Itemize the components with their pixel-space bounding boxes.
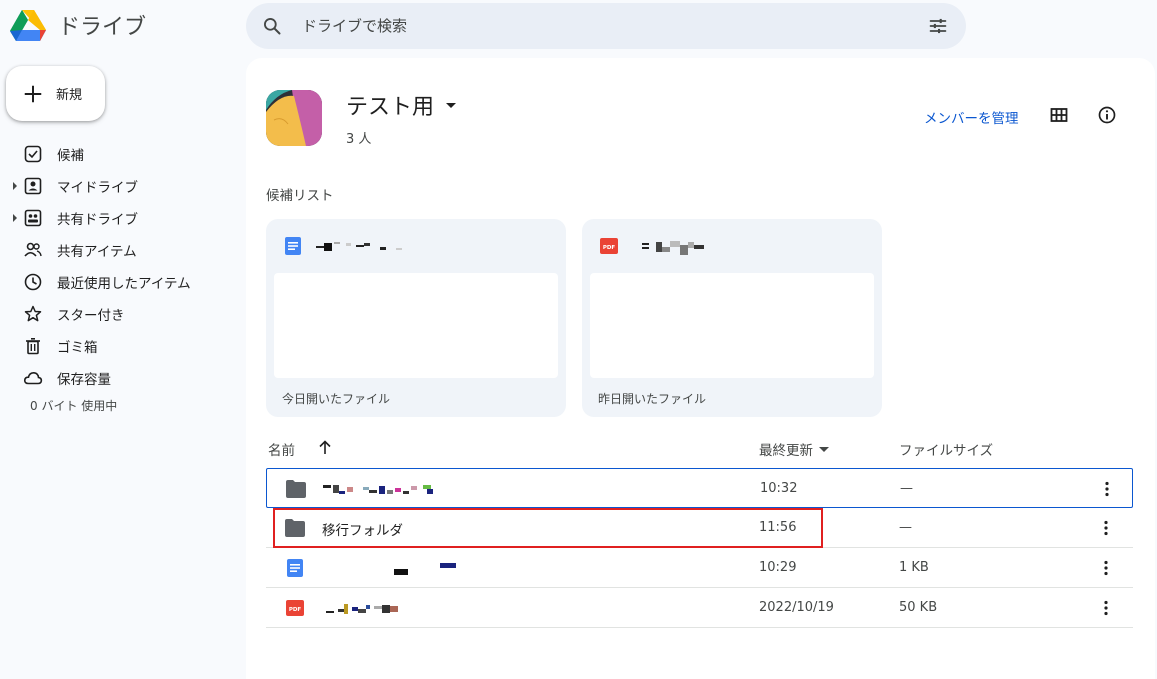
column-header-name[interactable]: 名前 [268, 439, 295, 459]
dropdown-caret-icon [819, 446, 829, 452]
search-options-icon[interactable] [928, 16, 948, 36]
sidebar-item-starred[interactable]: スター付き [0, 298, 240, 330]
shared-drive-name-dropdown[interactable]: テスト用 [346, 89, 457, 121]
expand-arrow-icon[interactable] [13, 182, 17, 190]
shared-drive-avatar [266, 90, 322, 146]
modified-time: 11:56 [759, 520, 797, 535]
shared-with-me-icon [24, 242, 42, 257]
shared-drives-icon [24, 209, 42, 227]
modified-time: 10:29 [759, 560, 797, 575]
file-row[interactable]: 10:29 1 KB [266, 548, 1133, 588]
file-row[interactable]: 移行フォルダ 11:56 — [266, 508, 1133, 548]
redacted-filename [326, 604, 398, 614]
shared-folder-icon [286, 480, 306, 498]
sidebar-item-trash[interactable]: ゴミ箱 [0, 330, 240, 362]
file-size: — [899, 520, 912, 535]
new-button-label: 新規 [56, 88, 83, 103]
file-row[interactable]: 10:32 — [266, 468, 1133, 508]
sidebar-item-suggested[interactable]: 候補 [0, 138, 240, 170]
sidebar-item-label: 共有アイテム [57, 244, 137, 260]
column-header-size[interactable]: ファイルサイズ [899, 439, 993, 459]
plus-icon [24, 85, 42, 102]
sidebar-item-label: ゴミ箱 [57, 340, 98, 356]
suggestion-card[interactable]: 今日開いたファイル [266, 219, 566, 417]
svg-text:PDF: PDF [603, 245, 616, 251]
file-row[interactable]: PDF 2022/10/19 50 KB [266, 588, 1133, 628]
modified-time: 10:32 [760, 481, 798, 496]
storage-usage-text: 0 バイト 使用中 [30, 399, 118, 413]
suggested-icon [24, 145, 42, 163]
my-drive-icon [24, 177, 42, 195]
suggestion-reason: 今日開いたファイル [282, 392, 391, 406]
info-icon[interactable] [1097, 105, 1117, 125]
sidebar-item-label: 最近使用したアイテム [57, 276, 191, 292]
sidebar-item-my-drive[interactable]: マイドライブ [0, 170, 240, 202]
file-size: 1 KB [899, 560, 929, 575]
column-header-modified-label: 最終更新 [759, 443, 813, 459]
file-size: — [900, 481, 913, 496]
sidebar-item-storage[interactable]: 保存容量 [0, 362, 240, 394]
google-drive-logo-icon[interactable] [10, 7, 46, 43]
sidebar-item-label: マイドライブ [57, 180, 138, 196]
sidebar-item-label: 保存容量 [57, 372, 111, 388]
redacted-filename [394, 563, 456, 575]
app-title: ドライブ [58, 15, 147, 40]
suggestions-title: 候補リスト [266, 188, 334, 204]
shared-drive-name: テスト用 [346, 95, 435, 120]
more-options-icon[interactable] [1097, 479, 1117, 499]
google-doc-icon [287, 559, 303, 577]
more-options-icon[interactable] [1096, 518, 1116, 538]
file-list-header: 名前 最終更新 ファイルサイズ [266, 438, 1133, 468]
clock-icon [24, 273, 42, 291]
suggestion-card[interactable]: PDF 昨日開いたファイル [582, 219, 882, 417]
sidebar-item-label: 候補 [57, 148, 84, 164]
search-input[interactable] [302, 3, 902, 49]
search-bar[interactable] [246, 3, 966, 49]
sidebar-item-shared-drives[interactable]: 共有ドライブ [0, 202, 240, 234]
sidebar-item-label: 共有ドライブ [57, 212, 138, 228]
file-name: 移行フォルダ [322, 523, 403, 539]
pdf-icon: PDF [286, 600, 304, 616]
file-preview-thumbnail[interactable] [590, 273, 874, 378]
cloud-icon [23, 371, 43, 385]
search-icon[interactable] [262, 16, 282, 36]
google-doc-icon [285, 237, 301, 255]
member-count: 3 人 [346, 132, 372, 147]
expand-arrow-icon[interactable] [13, 214, 17, 222]
redacted-filename [316, 242, 402, 251]
suggestion-reason: 昨日開いたファイル [598, 392, 707, 406]
manage-members-button[interactable]: メンバーを管理 [924, 107, 1019, 127]
trash-icon [26, 337, 40, 355]
sidebar-item-label: スター付き [57, 308, 125, 324]
dropdown-caret-icon [446, 102, 457, 108]
sidebar-nav: 候補 マイドライブ 共有ドライブ 共有アイテム 最近使用したアイテム スター付き… [0, 138, 240, 394]
main-panel: テスト用 3 人 メンバーを管理 候補リスト 今日開いたファイル PDF 昨日開… [246, 58, 1155, 679]
modified-time: 2022/10/19 [759, 600, 834, 615]
star-icon [24, 305, 42, 322]
more-options-icon[interactable] [1096, 598, 1116, 618]
pdf-icon: PDF [600, 238, 618, 254]
redacted-filename [642, 241, 704, 255]
redacted-filename [323, 485, 433, 494]
folder-icon [285, 519, 305, 537]
file-preview-thumbnail[interactable] [274, 273, 558, 378]
file-size: 50 KB [899, 600, 938, 615]
sort-ascending-arrow-icon[interactable] [318, 439, 332, 455]
new-button[interactable]: 新規 [6, 66, 105, 121]
sidebar-item-shared-with-me[interactable]: 共有アイテム [0, 234, 240, 266]
svg-text:PDF: PDF [289, 607, 302, 613]
column-header-modified[interactable]: 最終更新 [759, 439, 829, 459]
grid-view-icon[interactable] [1049, 105, 1069, 125]
sidebar-item-recent[interactable]: 最近使用したアイテム [0, 266, 240, 298]
more-options-icon[interactable] [1096, 558, 1116, 578]
